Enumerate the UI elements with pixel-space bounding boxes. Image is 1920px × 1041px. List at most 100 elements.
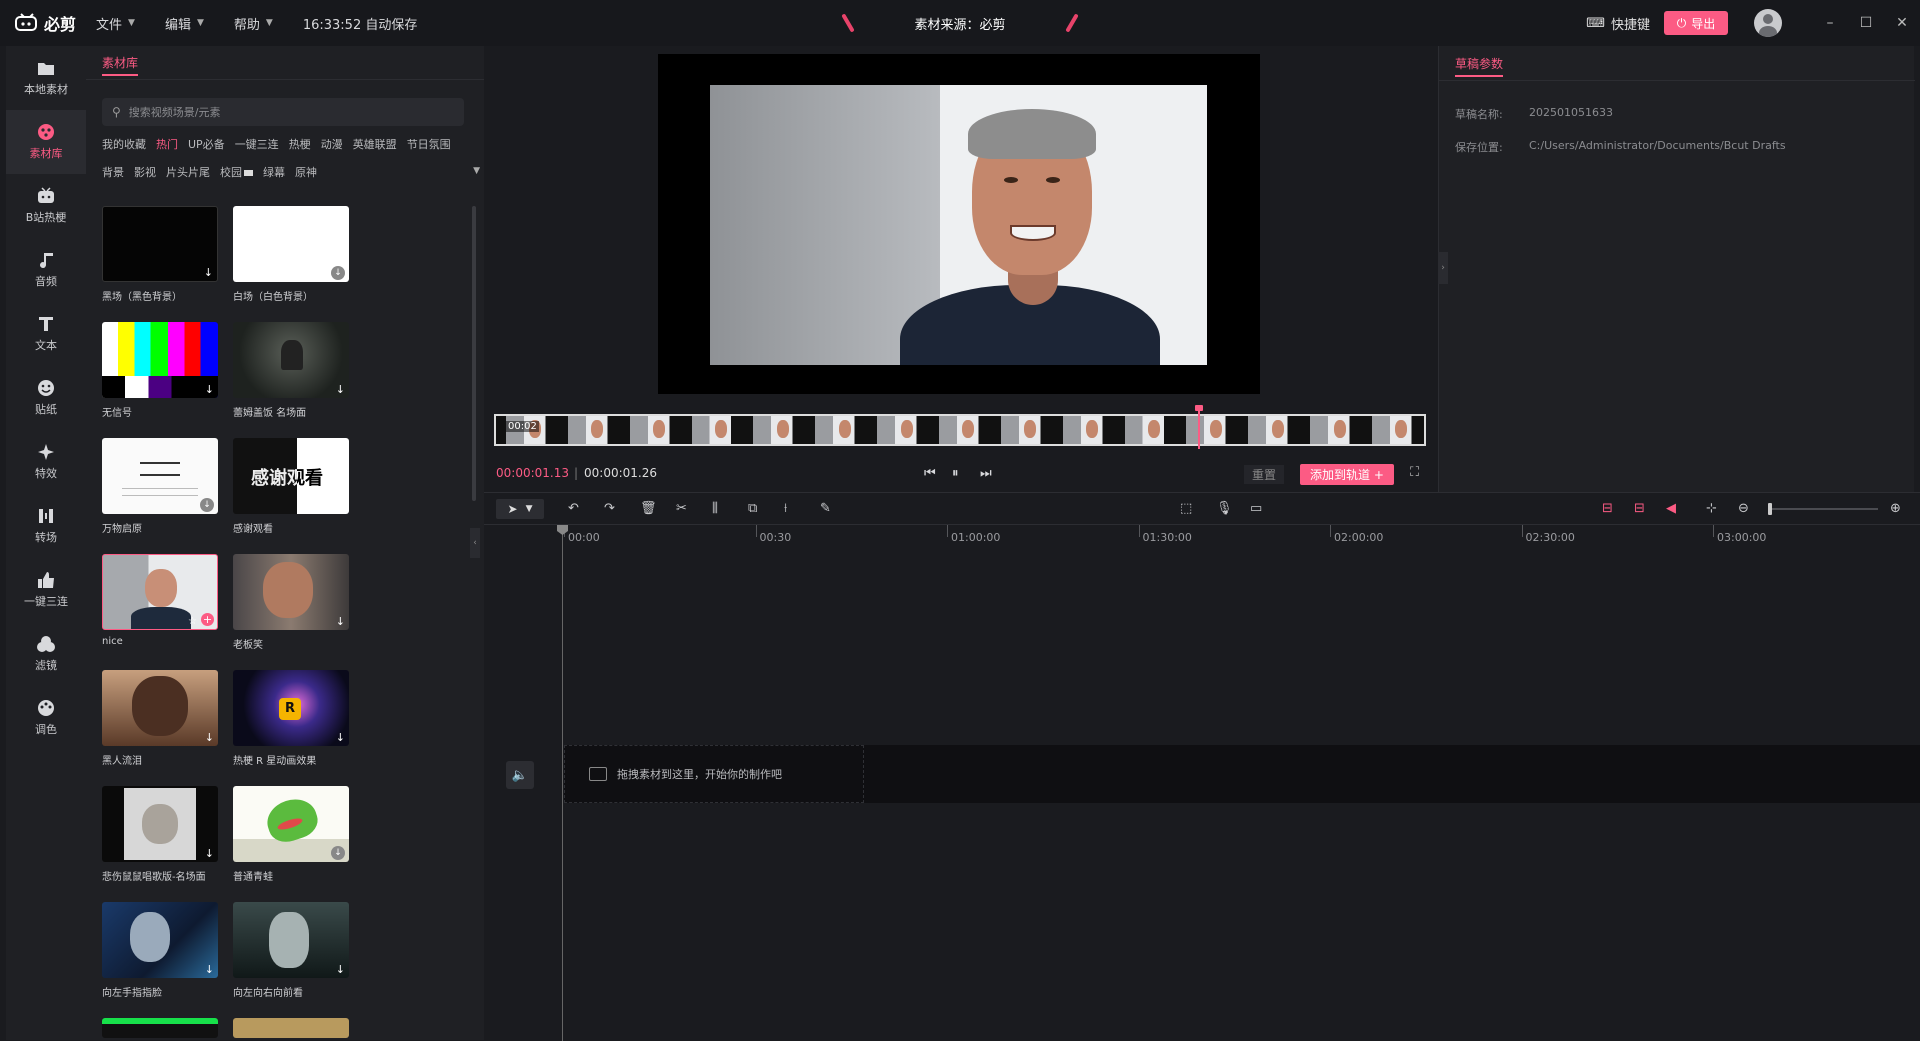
nav-audio[interactable]: 音频 <box>6 238 86 302</box>
menu-help[interactable]: 帮助 ▼ <box>234 14 273 33</box>
material-card[interactable]: ↓ 老板笑 <box>233 554 349 651</box>
zoom-in-icon[interactable]: ⊕ <box>1890 501 1901 516</box>
material-card[interactable]: ↓ 黑场（黑色背景） <box>102 206 218 303</box>
add-circle-icon[interactable]: + <box>201 613 214 626</box>
material-card[interactable] <box>102 1018 218 1038</box>
fullscreen-icon[interactable]: ⛶ <box>1410 465 1419 480</box>
zoom-slider[interactable] <box>1768 503 1878 515</box>
nav-color[interactable]: 调色 <box>6 686 86 750</box>
collapse-right-icon[interactable]: › <box>1438 252 1448 284</box>
download-icon[interactable]: ↓ <box>336 499 345 512</box>
category-campus[interactable]: 校园 <box>220 166 253 180</box>
preview-video[interactable] <box>710 85 1207 365</box>
cut-icon[interactable]: ✂ <box>676 501 687 516</box>
nav-library[interactable]: 素材库 <box>6 110 86 174</box>
delete-icon[interactable]: 🗑 <box>640 501 657 516</box>
close-icon[interactable]: ✕ <box>1884 15 1920 31</box>
material-card[interactable] <box>233 1018 349 1038</box>
material-card[interactable]: ↓ 向左手指指脸 <box>102 902 218 999</box>
download-icon[interactable]: ↓ <box>205 963 214 976</box>
material-card[interactable]: ☆ + nice <box>102 554 218 647</box>
main-track[interactable]: 拖拽素材到这里，开始你的制作吧 <box>564 745 1920 803</box>
add-to-track-button[interactable]: 添加到轨道 + <box>1300 464 1394 485</box>
timeline-playhead[interactable] <box>562 525 563 1041</box>
category-background[interactable]: 背景 <box>102 166 124 180</box>
favorite-star-icon[interactable]: ☆ <box>188 616 197 627</box>
material-card[interactable]: ↓ 向左向右向前看 <box>233 902 349 999</box>
crop-icon[interactable]: ⧉ <box>748 501 757 516</box>
category-up[interactable]: UP必备 <box>188 138 225 152</box>
nav-bilibili-memes[interactable]: B站热梗 <box>6 174 86 238</box>
nav-text[interactable]: 文本 <box>6 302 86 366</box>
material-card[interactable]: R ↓ 热梗 R 星动画效果 <box>233 670 349 767</box>
download-icon[interactable]: ↓ <box>336 383 345 396</box>
library-title[interactable]: 素材库 <box>102 54 139 76</box>
nav-filter[interactable]: 滤镜 <box>6 622 86 686</box>
category-hot[interactable]: 热门 <box>156 138 178 152</box>
search-input[interactable] <box>128 105 429 119</box>
nav-effects[interactable]: 特效 <box>6 430 86 494</box>
camera-icon[interactable]: ▭ <box>1250 501 1262 516</box>
pin-icon[interactable]: ✎ <box>820 501 831 516</box>
reset-button[interactable]: 重置 <box>1244 465 1285 484</box>
split-icon[interactable]: ⫼ <box>712 501 718 516</box>
material-card[interactable]: ↓ 黑人流泪 <box>102 670 218 767</box>
menu-edit[interactable]: 编辑 ▼ <box>165 14 204 33</box>
material-card[interactable]: ↓ 白场（白色背景） <box>233 206 349 303</box>
maximize-icon[interactable]: ☐ <box>1848 15 1884 31</box>
material-card[interactable]: ↓ 蕾姆盖饭 名场面 <box>233 322 349 419</box>
download-icon[interactable]: ↓ <box>336 963 345 976</box>
filmstrip-playhead[interactable] <box>1195 405 1203 449</box>
download-icon[interactable]: ↓ <box>336 731 345 744</box>
select-tool[interactable]: ➤ ▼ <box>496 499 544 519</box>
redo-icon[interactable]: ↷ <box>604 501 615 516</box>
category-genshin[interactable]: 原神 <box>295 166 317 180</box>
category-intro[interactable]: 片头片尾 <box>166 166 210 180</box>
category-greenscreen[interactable]: 绿幕 <box>263 166 285 180</box>
screenshot-icon[interactable]: ⬚ <box>1180 501 1192 516</box>
download-icon[interactable]: ↓ <box>204 266 213 279</box>
category-festival[interactable]: 节日氛围 <box>407 138 451 152</box>
category-memes[interactable]: 热梗 <box>289 138 311 152</box>
download-icon[interactable]: ↓ <box>200 498 214 512</box>
material-card[interactable]: ↓ 无信号 <box>102 322 218 419</box>
download-icon[interactable]: ↓ <box>205 383 214 396</box>
zoom-knob[interactable] <box>1768 503 1772 515</box>
nav-triple[interactable]: 一键三连 <box>6 558 86 622</box>
category-triple[interactable]: 一键三连 <box>235 138 279 152</box>
category-film[interactable]: 影视 <box>134 166 156 180</box>
zoom-out-icon[interactable]: ⊖ <box>1738 501 1749 516</box>
export-button[interactable]: ⏻ 导出 <box>1664 11 1728 35</box>
microphone-icon[interactable]: 🎙 <box>1216 501 1233 516</box>
category-favorites[interactable]: 我的收藏 <box>102 138 146 152</box>
nav-transition[interactable]: 转场 <box>6 494 86 558</box>
split-view-icon[interactable]: ⊹ <box>1706 501 1717 516</box>
pause-icon[interactable]: ⏸ <box>952 466 959 481</box>
library-scrollbar[interactable] <box>472 206 476 501</box>
mirror-icon[interactable]: ⟊ <box>784 501 787 516</box>
shortcut-button[interactable]: ⌨ 快捷键 <box>1586 14 1650 33</box>
time-ruler[interactable]: 00:00 00:30 01:00:00 01:30:00 02:00:00 02:30:… <box>564 525 1920 547</box>
download-icon[interactable]: ↓ <box>205 731 214 744</box>
category-lol[interactable]: 英雄联盟 <box>353 138 397 152</box>
menu-file[interactable]: 文件 ▼ <box>96 14 135 33</box>
skip-back-icon[interactable]: ⏮ <box>924 466 936 481</box>
mute-track-button[interactable]: 🔈 <box>506 761 534 789</box>
skip-forward-icon[interactable]: ⏭ <box>980 466 992 481</box>
avatar[interactable] <box>1754 9 1782 37</box>
material-card[interactable]: 感谢观看 ↓ 感谢观看 <box>233 438 349 535</box>
props-tab[interactable]: 草稿参数 <box>1455 55 1504 77</box>
audio-link-icon[interactable]: ◀ <box>1666 501 1676 516</box>
material-card[interactable]: ↓ 普通青蛙 <box>233 786 349 883</box>
nav-sticker[interactable]: 贴纸 <box>6 366 86 430</box>
download-icon[interactable]: ↓ <box>336 615 345 628</box>
nav-local-media[interactable]: 本地素材 <box>6 46 86 110</box>
material-card[interactable]: ↓ 万物启原 <box>102 438 218 535</box>
minimize-icon[interactable]: – <box>1812 15 1848 31</box>
category-anime[interactable]: 动漫 <box>321 138 343 152</box>
magnet-icon[interactable]: ⊟ <box>1634 501 1645 516</box>
download-icon[interactable]: ↓ <box>331 846 345 860</box>
download-icon[interactable]: ↓ <box>205 847 214 860</box>
filmstrip[interactable] <box>494 414 1426 446</box>
download-icon[interactable]: ↓ <box>331 266 345 280</box>
